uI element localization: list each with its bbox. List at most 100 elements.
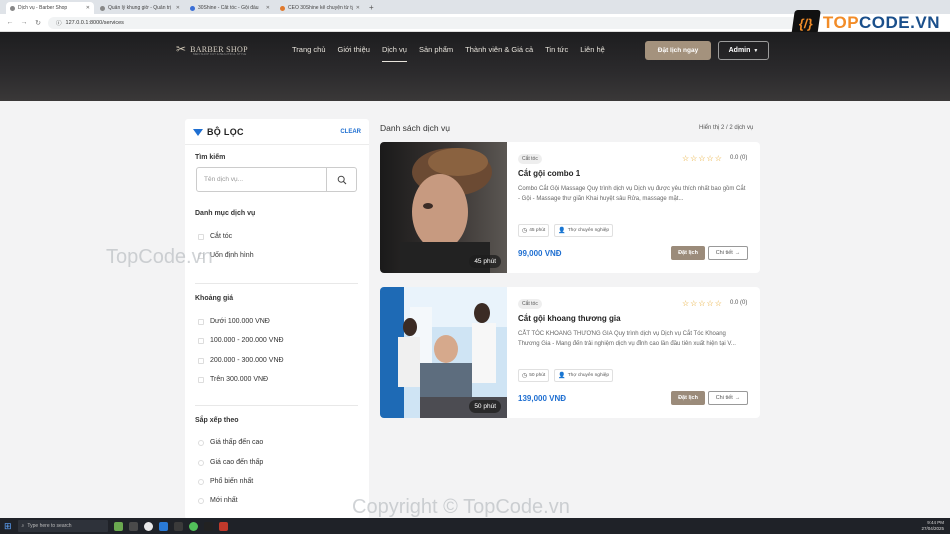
- sort-option[interactable]: Phổ biến nhất: [198, 478, 253, 485]
- nav-item-about[interactable]: Giới thiệu: [338, 45, 370, 62]
- browser-tab[interactable]: CEO 30Shine kể chuyện từ tỷ ✕: [276, 2, 364, 14]
- book-button[interactable]: Đặt lịch: [671, 391, 705, 405]
- browser-tab[interactable]: Dịch vụ - Barber Shop ✕: [6, 2, 94, 14]
- nav-item-products[interactable]: Sản phẩm: [419, 45, 453, 62]
- forward-icon[interactable]: →: [20, 19, 28, 26]
- star-outline-icon: ☆: [682, 154, 690, 163]
- checkbox[interactable]: [198, 376, 204, 383]
- nav-item-services[interactable]: Dịch vụ: [381, 45, 407, 62]
- search-button[interactable]: [326, 168, 356, 191]
- windows-start-icon[interactable]: ⊞: [4, 521, 12, 532]
- app-icon[interactable]: [113, 521, 123, 531]
- duration-badge: 50 phút: [469, 400, 501, 413]
- star-outline-icon: ☆: [706, 154, 714, 163]
- checkbox[interactable]: [198, 357, 204, 364]
- app-icon[interactable]: [218, 521, 228, 531]
- rating-value: 0.0 (0): [730, 155, 748, 161]
- scissors-icon: ✂: [176, 42, 187, 56]
- service-card[interactable]: 45 phút Cắt tóc ☆ ☆ ☆ ☆ ☆ 0.0 (0) Cắt gội co…: [380, 142, 760, 273]
- arrow-right-icon: →: [734, 250, 741, 256]
- category-badge: Cắt tóc: [518, 154, 542, 164]
- star-outline-icon: ☆: [690, 299, 698, 308]
- price-option[interactable]: 200.000 - 300.000 VNĐ: [198, 357, 284, 364]
- book-button[interactable]: Đặt lịch: [671, 246, 705, 260]
- service-image[interactable]: 50 phút: [380, 287, 507, 418]
- favicon-icon: [280, 5, 285, 11]
- service-description: Combo Cắt Gội Massage Quy trình dịch vụ …: [518, 186, 746, 202]
- stylist-chip: 👤 Thợ chuyên nghiệp: [554, 224, 614, 237]
- price-option[interactable]: 100.000 - 200.000 VNĐ: [198, 337, 284, 344]
- close-icon[interactable]: ✕: [356, 5, 360, 11]
- checkbox[interactable]: [198, 337, 204, 344]
- radio[interactable]: [198, 497, 204, 504]
- page: Dịch vụ - Barber Shop ✕ Quản lý khung giờ…: [0, 0, 950, 534]
- nav-item-home[interactable]: Trang chủ: [292, 45, 326, 62]
- rating-stars: ☆ ☆ ☆ ☆ ☆: [682, 154, 722, 163]
- star-outline-icon: ☆: [698, 299, 706, 308]
- site-logo[interactable]: ✂ BARBER SHOP MEN SHOP CUT & BEAUTIFUL S…: [176, 42, 248, 56]
- price-option[interactable]: Dưới 100.000 VNĐ: [198, 318, 270, 325]
- filter-panel: BỘ LỌC CLEAR Tìm kiếm Tên dịch vụ... Dan…: [185, 119, 369, 519]
- radio[interactable]: [198, 459, 204, 466]
- book-now-button[interactable]: Đặt lịch ngay: [645, 41, 711, 60]
- stylist-chip: 👤 Thợ chuyên nghiệp: [554, 369, 614, 382]
- app-icon[interactable]: [188, 521, 198, 531]
- radio[interactable]: [198, 478, 204, 485]
- star-outline-icon: ☆: [690, 154, 698, 163]
- browser-tab[interactable]: 30Shine - Cắt tóc - Gội đầu ✕: [186, 2, 274, 14]
- vscode-icon[interactable]: [158, 521, 168, 531]
- reload-icon[interactable]: ↻: [34, 19, 42, 27]
- browser-tab[interactable]: Quản lý khung giờ - Quản trị ✕: [96, 2, 184, 14]
- service-name[interactable]: Cắt gội khoang thương gia: [518, 314, 621, 323]
- checkbox[interactable]: [198, 318, 204, 325]
- clock-icon: ◷: [522, 373, 528, 379]
- sort-label: Sắp xếp theo: [195, 417, 239, 424]
- detail-button[interactable]: Chi tiết →: [708, 246, 748, 260]
- app-icon[interactable]: [173, 521, 183, 531]
- sort-option[interactable]: Mới nhất: [198, 497, 238, 504]
- nav-item-contact[interactable]: Liên hệ: [580, 45, 605, 62]
- nav-item-news[interactable]: Tin tức: [545, 45, 568, 62]
- service-card[interactable]: 50 phút Cắt tóc ☆ ☆ ☆ ☆ ☆ 0.0 (0) Cắt gội kh…: [380, 287, 760, 418]
- watermark-copyright: Copyright © TopCode.vn: [352, 496, 570, 518]
- caret-down-icon: ▼: [753, 47, 759, 54]
- star-outline-icon: ☆: [714, 299, 722, 308]
- clear-filter-button[interactable]: CLEAR: [340, 129, 361, 135]
- detail-button[interactable]: Chi tiết →: [708, 391, 748, 405]
- close-icon[interactable]: ✕: [266, 5, 270, 11]
- chrome-icon[interactable]: [143, 521, 153, 531]
- service-image[interactable]: 45 phút: [380, 142, 507, 273]
- close-icon[interactable]: ✕: [176, 5, 180, 11]
- search-input[interactable]: Tên dịch vụ...: [197, 168, 326, 191]
- search-box: Tên dịch vụ...: [196, 167, 357, 192]
- taskbar-search[interactable]: ⌕ Type here to search: [17, 520, 108, 532]
- nav-item-members[interactable]: Thành viên & Giá cả: [465, 45, 533, 62]
- terminal-icon[interactable]: [203, 521, 213, 531]
- clock-icon: ◷: [522, 228, 528, 234]
- duration-chip: ◷ 50 phút: [518, 369, 550, 382]
- arrow-right-icon: →: [734, 395, 741, 401]
- star-outline-icon: ☆: [682, 299, 690, 308]
- user-icon: 👤: [558, 373, 566, 379]
- rating-stars: ☆ ☆ ☆ ☆ ☆: [682, 299, 722, 308]
- price-label: Khoảng giá: [195, 295, 234, 302]
- category-badge: Cắt tóc: [518, 299, 542, 309]
- category-option[interactable]: Cắt tóc: [198, 233, 232, 240]
- close-icon[interactable]: ✕: [86, 5, 90, 11]
- sort-option[interactable]: Giá thấp đến cao: [198, 439, 263, 446]
- search-icon: ⌕: [21, 523, 25, 529]
- back-icon[interactable]: ←: [6, 19, 14, 26]
- admin-dropdown-button[interactable]: Admin ▼: [718, 41, 769, 60]
- sort-option[interactable]: Giá cao đến thấp: [198, 459, 263, 466]
- app-icon[interactable]: [128, 521, 138, 531]
- radio[interactable]: [198, 439, 204, 446]
- price-option[interactable]: Trên 300.000 VNĐ: [198, 376, 268, 383]
- rating-value: 0.0 (0): [730, 300, 748, 306]
- url-field[interactable]: ⓘ 127.0.0.1:8000/services: [48, 16, 808, 29]
- system-clock[interactable]: 9:44 PM 27/04/2025: [921, 520, 944, 532]
- service-name[interactable]: Cắt gội combo 1: [518, 169, 580, 178]
- new-tab-icon[interactable]: +: [369, 2, 374, 14]
- divider: [185, 144, 369, 145]
- checkbox[interactable]: [198, 233, 204, 240]
- search-icon: [337, 175, 346, 184]
